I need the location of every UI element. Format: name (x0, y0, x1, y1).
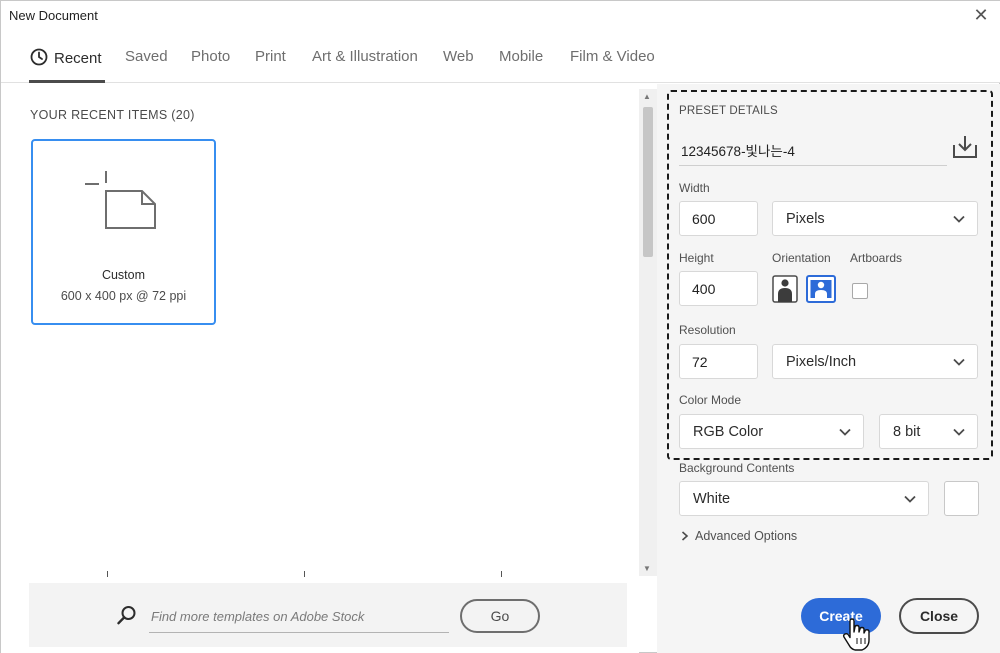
bit-depth-value: 8 bit (893, 423, 921, 440)
new-document-dialog: New Document ✕ Recent Saved Photo Print … (0, 0, 1000, 653)
artboards-checkbox[interactable] (852, 283, 868, 299)
chevron-down-icon (953, 358, 965, 366)
width-unit-select[interactable]: Pixels (772, 201, 978, 236)
portrait-orientation-icon[interactable] (772, 275, 798, 303)
color-mode-value: RGB Color (693, 423, 764, 440)
recent-items-heading: YOUR RECENT ITEMS (20) (30, 108, 195, 122)
tick-mark (304, 571, 305, 577)
stock-search-input[interactable] (149, 601, 449, 633)
title-bar: New Document ✕ (1, 1, 1000, 31)
resolution-unit-select[interactable]: Pixels/Inch (772, 344, 978, 379)
scroll-thumb[interactable] (643, 107, 653, 257)
recent-item-dimensions: 600 x 400 px @ 72 ppi (60, 289, 187, 303)
landscape-orientation-icon[interactable] (806, 275, 836, 303)
new-document-icon (85, 171, 156, 229)
preset-name-underline (679, 165, 947, 166)
background-contents-value: White (693, 490, 731, 507)
window-title: New Document (9, 8, 98, 23)
chevron-down-icon (953, 428, 965, 436)
artboards-label: Artboards (850, 251, 903, 265)
orientation-label: Orientation (772, 251, 831, 265)
resolution-label: Resolution (679, 323, 736, 337)
height-input[interactable] (679, 271, 758, 306)
advanced-options-toggle[interactable]: Advanced Options (681, 529, 797, 543)
active-tab-indicator (29, 80, 105, 83)
tab-recent-label: Recent (54, 50, 102, 67)
tab-photo[interactable]: Photo (191, 48, 230, 65)
tab-saved[interactable]: Saved (125, 48, 168, 65)
stock-search-bar: Go (29, 583, 627, 647)
recent-items-scrollbar[interactable]: ▲ ▼ (639, 89, 657, 576)
clock-icon (30, 48, 48, 66)
recent-item-card[interactable]: Custom 600 x 400 px @ 72 ppi (31, 139, 216, 325)
category-tabs: Recent Saved Photo Print Art & Illustrat… (1, 31, 1000, 83)
height-label: Height (679, 251, 714, 265)
recent-items-panel: YOUR RECENT ITEMS (20) Custom 600 x 400 … (1, 84, 639, 653)
hand-pointer-cursor-icon (842, 618, 870, 651)
width-input[interactable] (679, 201, 758, 236)
tick-mark (107, 571, 108, 577)
scroll-down-icon[interactable]: ▼ (643, 564, 651, 573)
close-button[interactable]: Close (899, 598, 979, 634)
tick-mark (501, 571, 502, 577)
color-mode-select[interactable]: RGB Color (679, 414, 864, 449)
background-color-swatch[interactable] (944, 481, 979, 516)
chevron-right-icon (681, 531, 689, 541)
search-icon (117, 606, 136, 625)
resolution-input[interactable] (679, 344, 758, 379)
preset-name-field[interactable]: 12345678-빛나는-4 (681, 140, 795, 160)
background-contents-label: Background Contents (679, 461, 795, 475)
save-preset-icon[interactable] (952, 134, 978, 160)
tab-art-illustration[interactable]: Art & Illustration (312, 48, 418, 65)
preset-details-label: PRESET DETAILS (679, 105, 778, 117)
advanced-options-label: Advanced Options (695, 529, 798, 543)
tab-film-video[interactable]: Film & Video (570, 48, 655, 65)
width-unit-value: Pixels (786, 210, 825, 227)
window-close-icon[interactable]: ✕ (971, 4, 991, 26)
chevron-down-icon (839, 428, 851, 436)
resolution-unit-value: Pixels/Inch (786, 353, 857, 370)
go-button[interactable]: Go (460, 599, 540, 633)
width-label: Width (679, 181, 710, 195)
chevron-down-icon (904, 495, 916, 503)
color-mode-label: Color Mode (679, 393, 742, 407)
scroll-up-icon[interactable]: ▲ (643, 92, 651, 101)
tab-mobile[interactable]: Mobile (499, 48, 543, 65)
recent-item-name: Custom (101, 268, 146, 282)
bit-depth-select[interactable]: 8 bit (879, 414, 978, 449)
tab-web[interactable]: Web (443, 48, 474, 65)
chevron-down-icon (953, 215, 965, 223)
background-contents-select[interactable]: White (679, 481, 929, 516)
tab-print[interactable]: Print (255, 48, 286, 65)
tab-recent[interactable]: Recent (30, 48, 102, 67)
